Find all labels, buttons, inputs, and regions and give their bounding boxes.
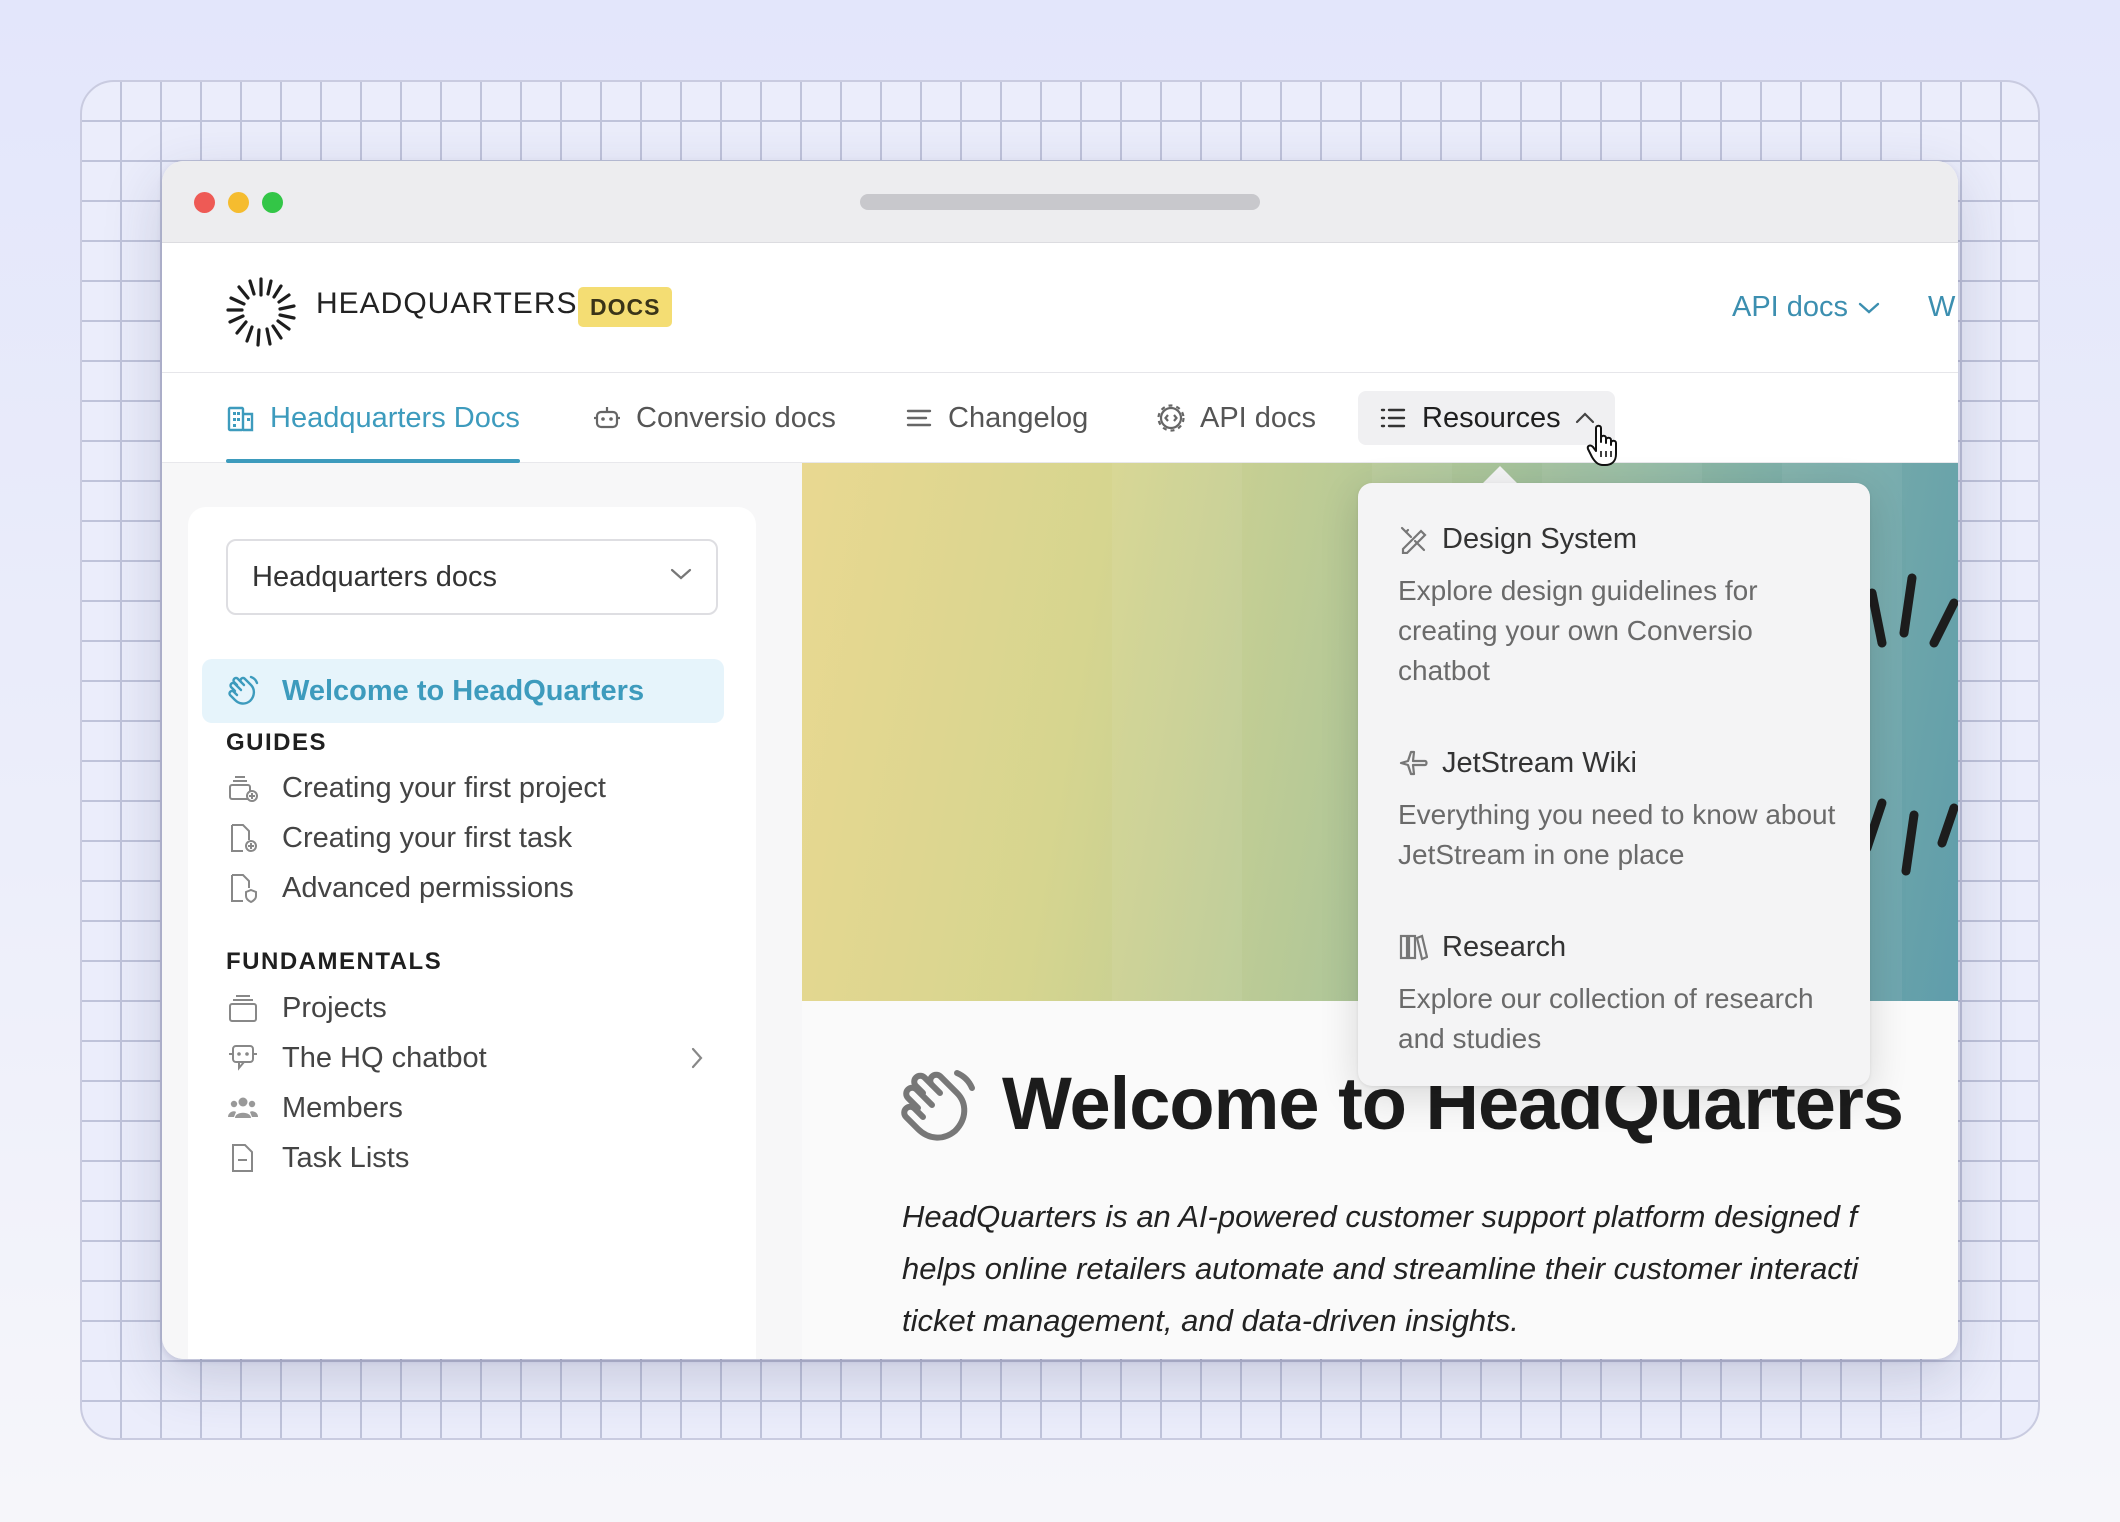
hand-pointer-cursor-icon xyxy=(1586,424,1617,466)
resources-item-jetstream-wiki[interactable]: JetStream Wiki Everything you need to kn… xyxy=(1398,743,1838,875)
tab-label: Conversio docs xyxy=(636,401,836,434)
intro-line: HeadQuarters is an AI-powered customer s… xyxy=(902,1199,1858,1234)
robot-icon xyxy=(594,407,620,429)
select-value: Headquarters docs xyxy=(252,560,498,593)
list-icon xyxy=(1380,408,1406,428)
sidebar-item-advanced-permissions[interactable]: Advanced permissions xyxy=(226,863,718,913)
tab-label: API docs xyxy=(1200,401,1317,434)
sidebar-item-label: Creating your first project xyxy=(282,771,606,804)
minimize-window-button[interactable] xyxy=(228,192,249,213)
chevron-up-icon xyxy=(1575,412,1594,424)
resources-item-title: Design System xyxy=(1442,522,1638,555)
section-title-fundamentals: FUNDAMENTALS xyxy=(226,948,443,975)
sidebar-item-task-lists[interactable]: Task Lists xyxy=(226,1133,718,1183)
intro-paragraph: HeadQuarters is an AI-powered customer s… xyxy=(902,1191,1958,1347)
sidebar-item-label: Creating your first task xyxy=(282,821,573,854)
resources-dropdown: Design System Explore design guidelines … xyxy=(1358,483,1870,1086)
tab-label: Headquarters Docs xyxy=(270,401,520,434)
sunburst-logo-icon[interactable] xyxy=(224,275,298,349)
chevron-down-icon xyxy=(670,568,692,580)
sidebar-item-members[interactable]: Members xyxy=(226,1083,718,1133)
close-window-button[interactable] xyxy=(194,192,215,213)
header-link-api-docs[interactable]: API docs xyxy=(1732,291,1880,324)
header-link-truncated[interactable]: W xyxy=(1928,291,1955,324)
users-icon xyxy=(228,1097,258,1118)
tab-label: Resources xyxy=(1422,401,1561,434)
sidebar-item-label: The HQ chatbot xyxy=(282,1041,487,1074)
window-titlebar xyxy=(162,161,1958,243)
chevron-down-icon xyxy=(1858,302,1880,314)
tab-conversio-docs[interactable]: Conversio docs xyxy=(592,373,836,463)
sidebar-item-label: Welcome to HeadQuarters xyxy=(282,674,645,707)
file-icon xyxy=(232,1144,253,1172)
tab-label: Changelog xyxy=(948,401,1089,434)
building-icon xyxy=(227,406,254,432)
stack-icon xyxy=(229,995,257,1022)
books-icon xyxy=(1399,934,1428,961)
header-link-label: API docs xyxy=(1732,291,1849,323)
chatbot-icon xyxy=(229,1045,257,1071)
stack-add-icon xyxy=(229,776,258,802)
plane-icon xyxy=(1399,750,1428,776)
browser-window: HEADQUARTERS DOCS API docs W Headquarter… xyxy=(162,161,1958,1359)
sidebar-item-label: Task Lists xyxy=(282,1141,410,1174)
sidebar-item-projects[interactable]: Projects xyxy=(226,983,718,1033)
waving-hand-icon xyxy=(901,1070,975,1141)
resources-item-design-system[interactable]: Design System Explore design guidelines … xyxy=(1398,519,1838,691)
tab-api-docs[interactable]: API docs xyxy=(1156,373,1316,463)
sidebar: Headquarters docs Welcome to HeadQuarter… xyxy=(188,507,756,1359)
resources-item-description: Everything you need to know about JetStr… xyxy=(1398,799,1836,870)
sidebar-item-creating-first-project[interactable]: Creating your first project xyxy=(226,763,718,813)
file-shield-icon xyxy=(231,874,257,904)
resources-item-description: Explore design guidelines for creating y… xyxy=(1398,575,1758,686)
resources-item-title: JetStream Wiki xyxy=(1442,746,1637,779)
sidebar-item-label: Projects xyxy=(282,991,387,1024)
intro-line: helps online retailers automate and stre… xyxy=(902,1251,1859,1286)
chevron-right-icon[interactable] xyxy=(690,1047,704,1069)
maximize-window-button[interactable] xyxy=(262,192,283,213)
docs-tabs: Headquarters Docs Conversio docs Changel… xyxy=(162,373,1958,463)
tab-changelog[interactable]: Changelog xyxy=(904,373,1088,463)
sidebar-item-creating-first-task[interactable]: Creating your first task xyxy=(226,813,718,863)
file-add-icon xyxy=(231,824,257,852)
sidebar-item-welcome[interactable]: Welcome to HeadQuarters xyxy=(202,659,724,723)
lines-icon xyxy=(906,409,932,427)
tab-resources[interactable]: Resources xyxy=(1358,391,1615,445)
docs-badge: DOCS xyxy=(578,287,673,327)
sidebar-item-hq-chatbot[interactable]: The HQ chatbot xyxy=(226,1033,718,1083)
intro-line: ticket management, and data-driven insig… xyxy=(902,1303,1519,1338)
resources-item-research[interactable]: Research Explore our collection of resea… xyxy=(1398,927,1838,1059)
gear-code-icon xyxy=(1157,404,1185,432)
header-link-label: W xyxy=(1928,291,1956,323)
address-bar[interactable] xyxy=(860,194,1260,210)
site-header: HEADQUARTERS DOCS API docs W xyxy=(162,243,1958,373)
resources-item-title: Research xyxy=(1442,930,1567,963)
docs-version-select[interactable]: Headquarters docs xyxy=(226,539,718,615)
sidebar-item-label: Members xyxy=(282,1091,403,1124)
tab-headquarters-docs[interactable]: Headquarters Docs xyxy=(226,373,520,463)
design-tools-icon xyxy=(1400,526,1427,554)
section-title-guides: GUIDES xyxy=(226,729,328,756)
waving-hand-icon xyxy=(228,675,259,705)
brand-name[interactable]: HEADQUARTERS xyxy=(316,287,578,321)
resources-item-description: Explore our collection of research and s… xyxy=(1398,983,1814,1054)
sidebar-item-label: Advanced permissions xyxy=(282,871,574,904)
